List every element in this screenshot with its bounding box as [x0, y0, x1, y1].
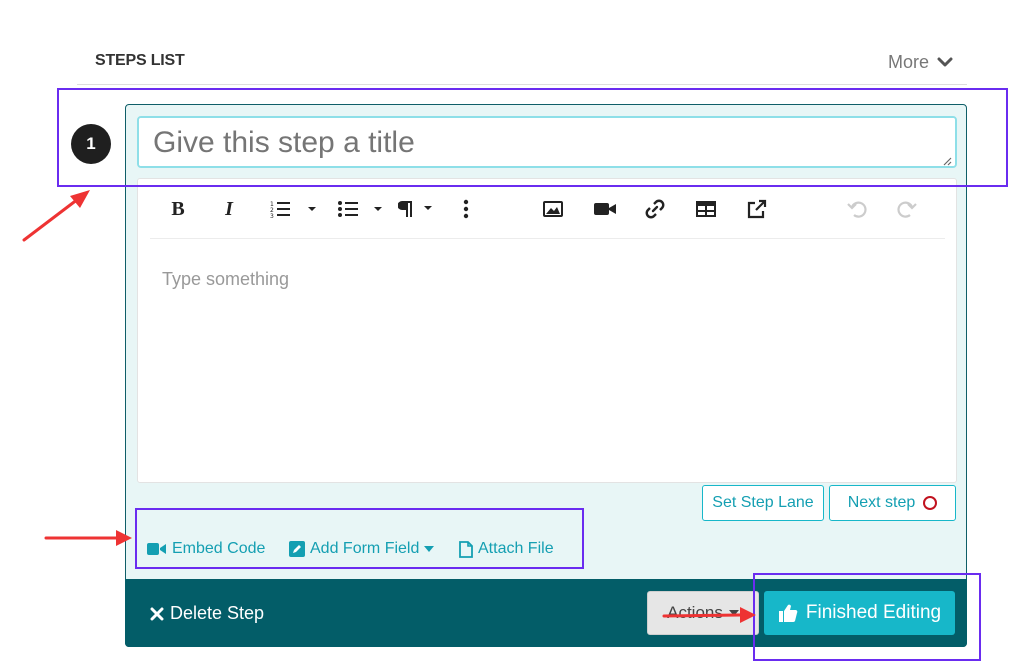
annotation-arrows [22, 190, 756, 623]
arrow-to-title [22, 190, 90, 242]
arrow-to-finish [662, 607, 756, 623]
arrow-to-links [44, 530, 132, 546]
